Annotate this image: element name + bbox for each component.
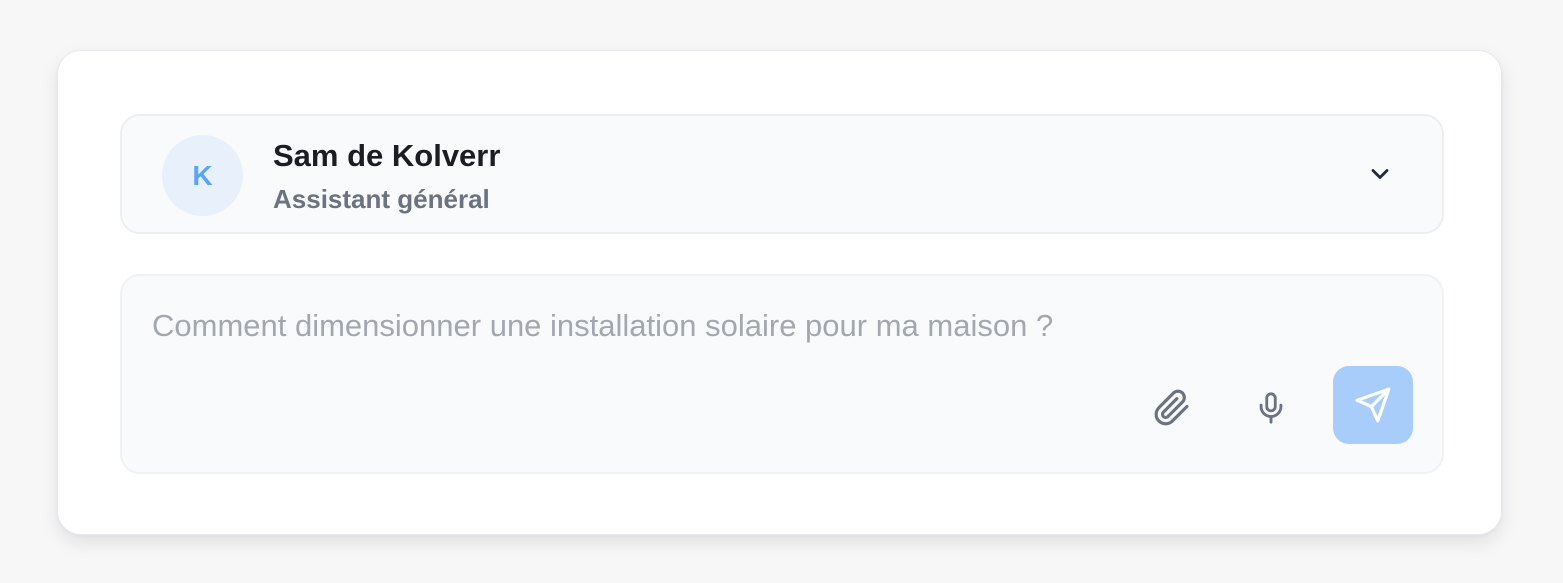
message-input[interactable] [152, 302, 1352, 350]
avatar: K [162, 135, 243, 216]
send-icon [1355, 387, 1391, 423]
assistant-selector[interactable]: K Sam de Kolverr Assistant général [120, 114, 1444, 234]
avatar-initial: K [192, 159, 213, 191]
assistant-role: Assistant général [273, 184, 490, 214]
message-composer [120, 274, 1444, 474]
attach-button[interactable] [1144, 380, 1200, 436]
chat-card: K Sam de Kolverr Assistant général [57, 50, 1502, 535]
paperclip-icon [1154, 389, 1189, 426]
assistant-name: Sam de Kolverr [273, 138, 501, 173]
send-button[interactable] [1333, 366, 1413, 444]
chevron-down-icon[interactable] [1366, 160, 1394, 188]
microphone-icon [1259, 392, 1283, 424]
voice-input-button[interactable] [1243, 380, 1299, 436]
